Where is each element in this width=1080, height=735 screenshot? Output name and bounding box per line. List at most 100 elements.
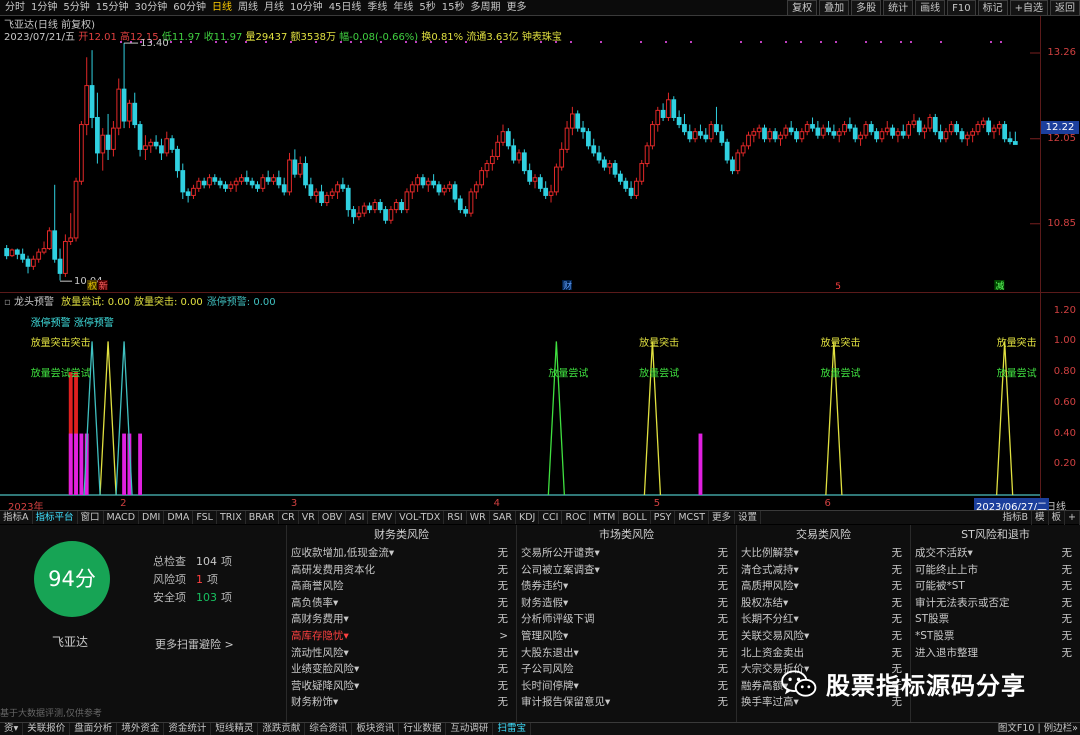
bottom-nav-item[interactable]: 涨跌贡献 <box>258 723 306 735</box>
indicator-tab[interactable]: CCI <box>539 511 563 524</box>
risk-item[interactable]: 可能被*ST 无 <box>911 578 1080 595</box>
risk-item[interactable]: 关联交易风险▾ 无 <box>737 628 910 645</box>
risk-item[interactable]: 管理风险▾ 无 <box>517 628 736 645</box>
risk-item[interactable]: 进入退市整理 无 <box>911 645 1080 662</box>
risk-item[interactable]: 营收疑降风险▾ 无 <box>287 678 516 695</box>
risk-item[interactable]: 审计报告保留意见▾ 无 <box>517 694 736 711</box>
risk-item[interactable]: 成交不活跃▾ 无 <box>911 545 1080 562</box>
indicator-tab[interactable]: 设置 <box>735 511 762 524</box>
indicator-tab[interactable]: BOLL <box>619 511 651 524</box>
indicator-tab[interactable]: MTM <box>590 511 620 524</box>
chart-tool-button[interactable]: +自选 <box>1009 0 1048 16</box>
risk-item[interactable]: 高研发费用资本化 无 <box>287 562 516 579</box>
indicator-tab-right[interactable]: + <box>1065 511 1080 525</box>
bottom-nav-item[interactable]: 资▾ <box>0 723 24 735</box>
period-button[interactable]: 季线 <box>364 0 390 16</box>
bottom-nav-item[interactable]: 关联报价 <box>23 723 71 735</box>
chart-tool-button[interactable]: 标记 <box>977 0 1008 16</box>
indicator-tab[interactable]: MCST <box>675 511 710 524</box>
risk-item[interactable]: 公司被立案调查▾ 无 <box>517 562 736 579</box>
risk-item[interactable]: 财务粉饰▾ 无 <box>287 694 516 711</box>
indicator-tab-right[interactable]: 板 <box>1049 511 1066 525</box>
risk-item[interactable]: 业绩变脸风险▾ 无 <box>287 661 516 678</box>
risk-item[interactable]: 财务造假▾ 无 <box>517 595 736 612</box>
period-button[interactable]: 30分钟 <box>131 0 170 16</box>
indicator-tab[interactable]: CR <box>279 511 299 524</box>
indicator-tab[interactable]: ASI <box>346 511 369 524</box>
indicator-tab[interactable]: FSL <box>193 511 217 524</box>
period-button[interactable]: 15分钟 <box>93 0 132 16</box>
period-button[interactable]: 年线 <box>390 0 416 16</box>
indicator-tab[interactable]: TRIX <box>217 511 246 524</box>
risk-item[interactable]: 高财务费用▾ 无 <box>287 611 516 628</box>
bottom-nav-item[interactable]: 资金统计 <box>164 723 212 735</box>
indicator-tab[interactable]: MACD <box>104 511 140 524</box>
risk-item[interactable]: 应收款增加,低现金流▾ 无 <box>287 545 516 562</box>
indicator-tab[interactable]: BRAR <box>246 511 279 524</box>
indicator-tab[interactable]: DMA <box>164 511 194 524</box>
bottom-nav-item[interactable]: 综合资讯 <box>305 723 353 735</box>
bottom-nav-item[interactable]: 行业数据 <box>399 723 447 735</box>
price-chart[interactable]: 飞亚达(日线 前复权) 2023/07/21/五 开12.01 高12.15 低… <box>0 16 1040 292</box>
period-button[interactable]: 45日线 <box>326 0 365 16</box>
chart-tool-button[interactable]: 叠加 <box>819 0 850 16</box>
indicator-tab[interactable]: KDJ <box>516 511 540 524</box>
period-button[interactable]: 5秒 <box>416 0 438 16</box>
period-button[interactable]: 更多 <box>504 0 530 16</box>
indicator-tab[interactable]: EMV <box>368 511 397 524</box>
indicator-tab[interactable]: DMI <box>139 511 165 524</box>
period-button[interactable]: 1分钟 <box>28 0 60 16</box>
period-button[interactable]: 周线 <box>235 0 261 16</box>
period-button[interactable]: 60分钟 <box>170 0 209 16</box>
bottom-nav-item[interactable]: 互动调研 <box>446 723 494 735</box>
risk-item[interactable]: 北上资金卖出 无 <box>737 645 910 662</box>
risk-item[interactable]: 股权冻结▾ 无 <box>737 595 910 612</box>
bottom-nav-right[interactable]: 图文F10 | 例边栏» <box>998 723 1078 735</box>
indicator-chart[interactable]: ▫ 龙头预警 放量尝试: 0.00 放量突击: 0.00 涨停预警: 0.00 涨停… <box>0 292 1040 510</box>
risk-item[interactable]: 可能终止上市 无 <box>911 562 1080 579</box>
chart-tool-button[interactable]: 画线 <box>915 0 946 16</box>
risk-item[interactable]: 流动性风险▾ 无 <box>287 645 516 662</box>
indicator-tab-right[interactable]: 指标B <box>999 511 1032 525</box>
risk-item[interactable]: 高质押风险▾ 无 <box>737 578 910 595</box>
indicator-tab[interactable]: 指标A <box>0 511 33 524</box>
risk-item[interactable]: 子公司风险 无 <box>517 661 736 678</box>
bottom-nav-item[interactable]: 板块资讯 <box>352 723 400 735</box>
event-tag[interactable]: 减 <box>995 280 1004 292</box>
period-button[interactable]: 日线 <box>209 0 235 16</box>
event-tag[interactable]: 新 <box>99 280 108 292</box>
indicator-tab[interactable]: VR <box>299 511 319 524</box>
event-tag[interactable]: 5 <box>835 282 841 292</box>
indicator-tab[interactable]: OBV <box>319 511 347 524</box>
more-scan-link[interactable]: 更多扫雷避险 > <box>155 636 234 652</box>
risk-item[interactable]: 大股东退出▾ 无 <box>517 645 736 662</box>
period-button[interactable]: 5分钟 <box>60 0 92 16</box>
indicator-tab[interactable]: SAR <box>490 511 517 524</box>
event-tag[interactable]: 权 <box>88 280 97 292</box>
risk-item[interactable]: 高商誉风险 无 <box>287 578 516 595</box>
indicator-tab[interactable]: ROC <box>562 511 591 524</box>
period-button[interactable]: 分时 <box>2 0 28 16</box>
period-button[interactable]: 10分钟 <box>287 0 326 16</box>
indicator-tab[interactable]: VOL-TDX <box>396 511 445 524</box>
risk-item[interactable]: *ST股票 无 <box>911 628 1080 645</box>
bottom-nav-item[interactable]: 扫雷宝 <box>493 723 531 735</box>
indicator-tab[interactable]: 窗口 <box>78 511 104 524</box>
chart-tool-button[interactable]: 复权 <box>787 0 818 16</box>
period-button[interactable]: 15秒 <box>439 0 468 16</box>
indicator-tab[interactable]: PSY <box>651 511 676 524</box>
indicator-tab[interactable]: 指标平台 <box>33 511 78 524</box>
indicator-tab[interactable]: 更多 <box>709 511 736 524</box>
risk-item[interactable]: 高负债率▾ 无 <box>287 595 516 612</box>
risk-item[interactable]: 高库存隐忧▾ > <box>287 628 516 645</box>
chart-tool-button[interactable]: 多股 <box>851 0 882 16</box>
chart-tool-button[interactable]: F10 <box>947 0 976 16</box>
event-tag[interactable]: 财 <box>563 280 572 292</box>
risk-item[interactable]: 长期不分红▾ 无 <box>737 611 910 628</box>
risk-item[interactable]: 交易所公开谴责▾ 无 <box>517 545 736 562</box>
risk-item[interactable]: 审计无法表示或否定 无 <box>911 595 1080 612</box>
indicator-tab[interactable]: WR <box>467 511 490 524</box>
risk-item[interactable]: 大比例解禁▾ 无 <box>737 545 910 562</box>
indicator-tab[interactable]: RSI <box>444 511 467 524</box>
period-button[interactable]: 多周期 <box>468 0 504 16</box>
